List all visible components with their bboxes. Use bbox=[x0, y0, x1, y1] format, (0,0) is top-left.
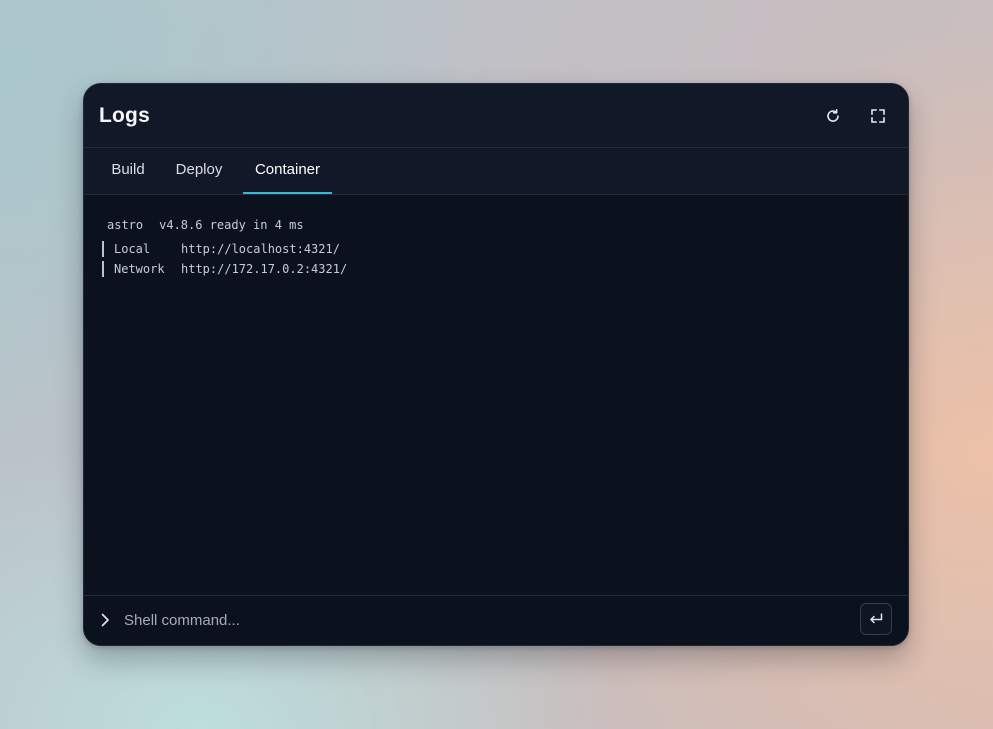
fullscreen-icon bbox=[871, 109, 885, 123]
log-output: astro v4.8.6 ready in 4 ms Local http://l… bbox=[84, 195, 908, 595]
logs-window: Logs Build Deploy Container astro v4.8.6 … bbox=[83, 83, 909, 646]
logs-header: Logs bbox=[84, 84, 908, 148]
log-entry-bar bbox=[102, 261, 104, 277]
tab-build[interactable]: Build bbox=[100, 148, 156, 194]
log-entry-network: Network http://172.17.0.2:4321/ bbox=[102, 260, 347, 278]
log-entry-bar bbox=[102, 241, 104, 257]
log-entry-label: Network bbox=[114, 262, 165, 276]
log-ready-text: v4.8.6 ready in 4 ms bbox=[159, 218, 304, 232]
log-entry-url: http://172.17.0.2:4321/ bbox=[181, 262, 348, 276]
fullscreen-button[interactable] bbox=[865, 103, 891, 129]
tab-container[interactable]: Container bbox=[243, 148, 332, 194]
tab-deploy[interactable]: Deploy bbox=[166, 148, 232, 194]
enter-icon bbox=[870, 613, 883, 624]
refresh-icon bbox=[827, 109, 839, 122]
log-entry-label: Local bbox=[114, 242, 151, 256]
log-app-name: astro bbox=[107, 218, 144, 232]
chevron-right-icon bbox=[101, 613, 109, 627]
log-entry-local: Local http://localhost:4321/ bbox=[102, 240, 340, 258]
shell-command-input[interactable] bbox=[124, 608, 824, 632]
log-tabs: Build Deploy Container bbox=[84, 148, 908, 195]
submit-command-button[interactable] bbox=[860, 603, 892, 635]
shell-bar bbox=[84, 595, 908, 645]
log-header-line: astro v4.8.6 ready in 4 ms bbox=[107, 217, 304, 233]
log-entry-url: http://localhost:4321/ bbox=[181, 242, 340, 256]
page-title: Logs bbox=[99, 104, 150, 127]
refresh-button[interactable] bbox=[820, 103, 846, 129]
